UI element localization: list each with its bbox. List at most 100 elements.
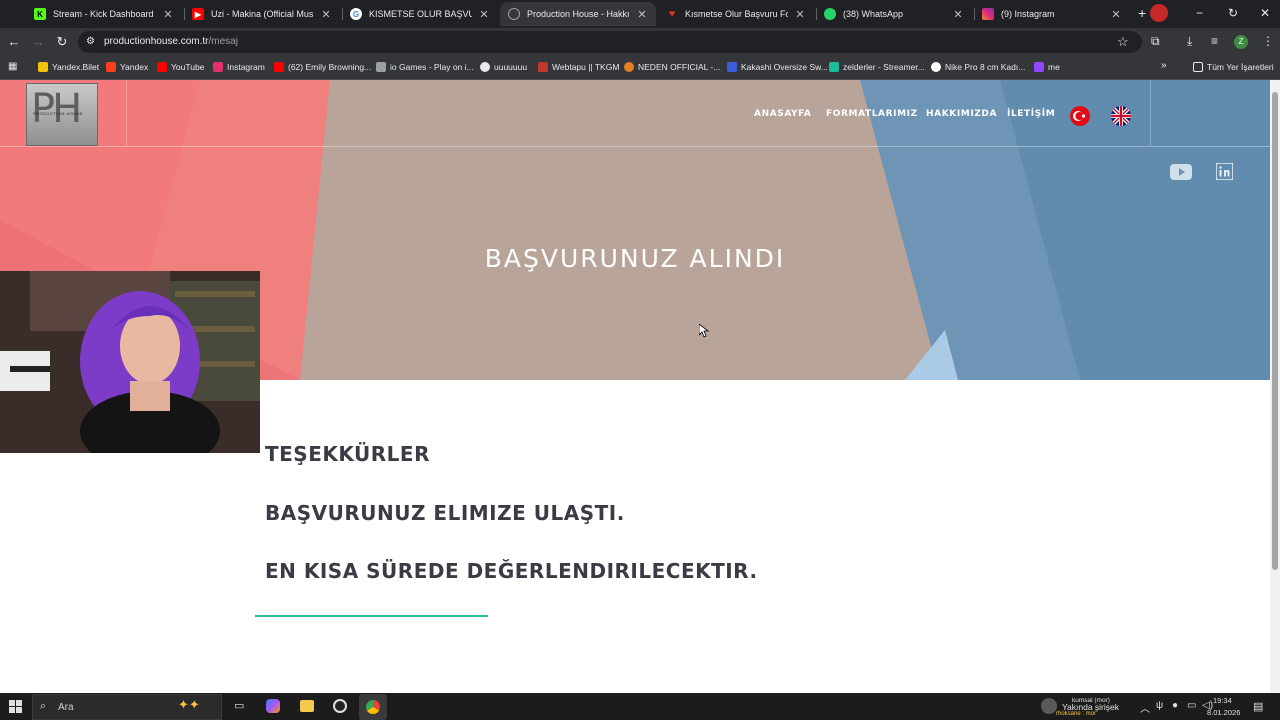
obs-icon[interactable]: [333, 699, 347, 713]
bookmark-item[interactable]: zelderler - Streamer...: [829, 62, 925, 72]
copilot-sparkle-icon[interactable]: ✦✦: [178, 697, 200, 713]
english-flag-icon[interactable]: [1111, 106, 1131, 126]
media-icon[interactable]: ≡: [1211, 34, 1218, 48]
bookmark-item[interactable]: (62) Emily Browning...: [274, 62, 371, 72]
close-icon[interactable]: ✕: [952, 8, 964, 21]
site-info-icon[interactable]: ⚙: [86, 36, 98, 48]
minimize-button[interactable]: −: [1196, 6, 1203, 20]
network-icon[interactable]: ψ: [1156, 700, 1163, 711]
received-message: BAŞVURUNUZ ELIMIZE ULAŞTI.: [265, 501, 625, 525]
download-icon[interactable]: ⤓: [1187, 34, 1192, 49]
bookmark-label: zelderler - Streamer...: [843, 62, 925, 72]
tab-production-house[interactable]: Production House - Hakkımızda ✕: [500, 2, 656, 26]
bookmark-item[interactable]: Yandex.Bilet: [38, 62, 99, 72]
chrome-icon: [366, 700, 380, 714]
bookmark-item[interactable]: Instagram: [213, 62, 265, 72]
tab-google-form[interactable]: G KISMETSE OLUR BAŞVURU - Go ✕: [342, 2, 498, 26]
microphone-icon[interactable]: ●: [1172, 700, 1178, 711]
webcam-overlay: [0, 271, 260, 453]
youtube-icon[interactable]: [1170, 164, 1192, 180]
accent-divider: [255, 615, 488, 617]
bookmark-item[interactable]: NEDEN OFFICIAL -...: [624, 62, 720, 72]
bookmark-item[interactable]: io Games - Play on i...: [376, 62, 474, 72]
games-icon: [376, 62, 386, 72]
reload-icon[interactable]: ↻: [54, 34, 70, 50]
whatsapp-icon: [824, 8, 836, 20]
nav-home[interactable]: ANASAYFA: [754, 109, 811, 119]
all-bookmarks-folder[interactable]: Tüm Yer İşaretleri: [1193, 62, 1274, 72]
new-tab-button[interactable]: +: [1138, 5, 1146, 21]
header-divider: [126, 80, 127, 146]
tray-avatar: [1041, 698, 1057, 714]
close-icon[interactable]: ✕: [636, 8, 648, 21]
task-view-icon[interactable]: ▭: [234, 699, 244, 712]
logo-subtitle: PRODUCTION HOUSE: [33, 111, 84, 116]
display-icon[interactable]: ▭: [1187, 700, 1196, 711]
window-close-button[interactable]: ✕: [1260, 6, 1270, 20]
back-icon[interactable]: ←: [6, 34, 22, 50]
chevron-up-icon[interactable]: ︿: [1140, 700, 1150, 715]
notification-icon[interactable]: ▤: [1253, 700, 1263, 713]
webcam-feed: [0, 271, 260, 453]
nav-about[interactable]: HAKKIMIZDA: [926, 109, 997, 119]
clock-date[interactable]: 8.01.2026: [1207, 708, 1240, 717]
close-icon[interactable]: ✕: [794, 8, 806, 21]
bookmark-item[interactable]: Webtapu || TKGM: [538, 62, 619, 72]
restore-button[interactable]: ↻: [1228, 6, 1238, 20]
bookmark-star-icon[interactable]: ☆: [1117, 34, 1129, 50]
url-host: productionhouse.com.tr: [104, 36, 209, 47]
close-icon[interactable]: ✕: [1110, 8, 1122, 21]
nav-formats[interactable]: FORMATLARIMIZ: [826, 109, 918, 119]
copilot-icon[interactable]: [266, 699, 280, 713]
bookmark-item[interactable]: YouTube: [157, 62, 204, 72]
tray-chat-label: rhoksane : mor: [1056, 711, 1097, 717]
site-logo[interactable]: PH PRODUCTION HOUSE: [26, 83, 98, 146]
tab-kismetse-form[interactable]: ♥ Kısmetse Olur Başvuru Formu - ✕: [658, 2, 814, 26]
close-icon[interactable]: ✕: [162, 8, 174, 21]
apps-grid-icon[interactable]: ▦: [8, 61, 17, 72]
loading-icon: [508, 8, 520, 20]
profile-avatar[interactable]: Z: [1234, 35, 1248, 49]
tab-instagram[interactable]: (9) Instagram ✕: [974, 2, 1130, 26]
bookmark-item[interactable]: Kakashi Oversize Sw...: [727, 62, 828, 72]
search-placeholder: Ara: [58, 702, 74, 713]
bookmark-item[interactable]: Yandex: [106, 62, 148, 72]
close-icon[interactable]: ✕: [478, 8, 490, 21]
windows-start-icon[interactable]: [9, 700, 22, 713]
file-explorer-icon[interactable]: [300, 700, 314, 712]
kick-icon: K: [34, 8, 46, 20]
tab-title: Production House - Hakkımızda: [527, 9, 630, 19]
bookmark-label: Nike Pro 8 cm Kadı...: [945, 62, 1026, 72]
bookmark-label: Instagram: [227, 62, 265, 72]
tab-title: Kısmetse Olur Başvuru Formu -: [685, 9, 788, 19]
nav-contact[interactable]: İLETİŞİM: [1007, 109, 1055, 119]
bookmark-label: me: [1048, 62, 1060, 72]
linkedin-icon[interactable]: [1216, 163, 1233, 180]
clock-time[interactable]: 19:34: [1213, 696, 1232, 705]
yandex-bilet-icon: [38, 62, 48, 72]
bookmark-globe-icon: [480, 62, 490, 72]
scrollbar-thumb[interactable]: [1272, 92, 1278, 570]
tab-youtube-uzi[interactable]: ▶ Uzi - Makina (Official Music Vid ✕: [184, 2, 340, 26]
forward-icon[interactable]: →: [30, 34, 46, 50]
bookmark-item[interactable]: uuuuuuu: [480, 62, 527, 72]
bookmark-item[interactable]: Nike Pro 8 cm Kadı...: [931, 62, 1025, 72]
bookmark-label: Yandex.Bilet: [52, 62, 100, 72]
turkish-flag-icon[interactable]: [1070, 106, 1090, 126]
tab-title: Uzi - Makina (Official Music Vid: [211, 9, 314, 19]
bookmark-item[interactable]: me: [1034, 62, 1060, 72]
close-icon[interactable]: ✕: [320, 8, 332, 21]
extensions-icon[interactable]: ⧉: [1151, 34, 1160, 49]
twitch-icon: [1034, 62, 1044, 72]
tab-title: (9) Instagram: [1001, 9, 1055, 19]
tab-whatsapp[interactable]: (38) WhatsApp ✕: [816, 2, 972, 26]
bookmark-label: Webtapu || TKGM: [552, 62, 620, 72]
logo-text: PH: [31, 86, 82, 132]
tab-kick-dashboard[interactable]: K Stream - Kick Dashboard ✕: [26, 2, 182, 26]
nike-icon: [931, 62, 941, 72]
more-menu-icon[interactable]: ⋮: [1262, 34, 1274, 48]
more-bookmarks-icon[interactable]: »: [1161, 60, 1167, 71]
url-text[interactable]: productionhouse.com.tr/mesaj: [104, 36, 238, 47]
header-divider: [0, 146, 1270, 147]
bookmark-label: uuuuuuu: [494, 62, 528, 72]
